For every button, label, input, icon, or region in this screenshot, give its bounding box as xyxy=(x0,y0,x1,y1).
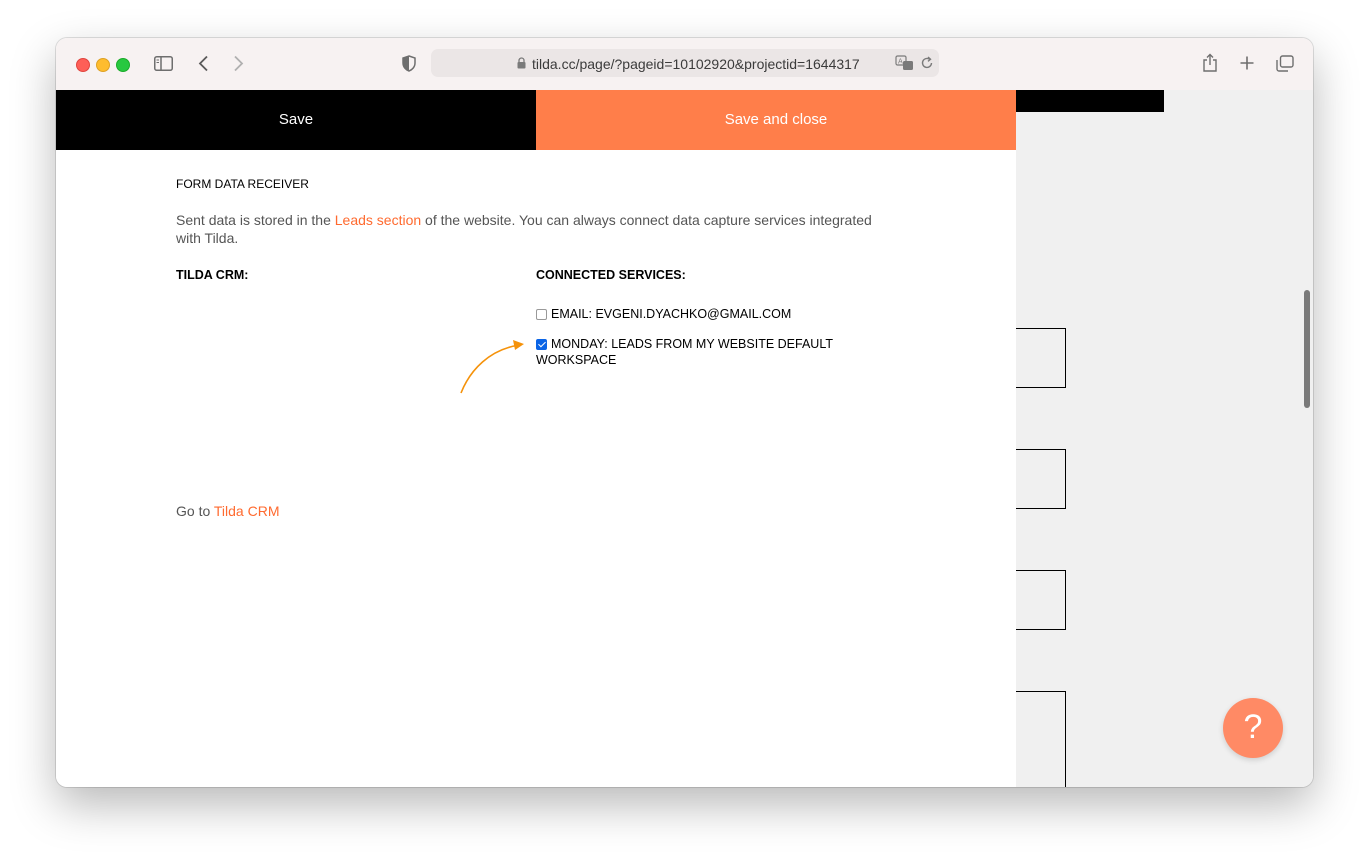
settings-panel: Save Save and close FORM DATA RECEIVER S… xyxy=(56,90,1016,787)
scrollbar-thumb[interactable] xyxy=(1304,290,1310,408)
address-bar[interactable]: tilda.cc/page/?pageid=10102920&projectid… xyxy=(431,49,939,77)
save-and-close-button[interactable]: Save and close xyxy=(536,90,1016,150)
annotation-arrow xyxy=(460,340,524,394)
shield-icon[interactable] xyxy=(402,55,416,72)
background-input-field xyxy=(1014,570,1066,630)
help-button[interactable]: ? xyxy=(1223,698,1283,758)
zoom-window-button[interactable] xyxy=(116,58,130,72)
minimize-window-button[interactable] xyxy=(96,58,110,72)
background-textarea-field xyxy=(1014,691,1066,787)
help-icon: ? xyxy=(1243,708,1263,746)
new-tab-icon[interactable] xyxy=(1240,56,1254,70)
connected-services-title: CONNECTED SERVICES: xyxy=(536,268,686,282)
url-text: tilda.cc/page/?pageid=10102920&projectid… xyxy=(532,56,860,72)
service-monday: MONDAY: LEADS FROM MY WEBSITE DEFAULT WO… xyxy=(536,336,856,368)
forward-icon[interactable] xyxy=(233,55,244,72)
svg-text:A: A xyxy=(898,58,903,66)
tilda-crm-title: TILDA CRM: xyxy=(176,268,249,282)
translate-icon[interactable]: A xyxy=(895,55,915,71)
section-title: FORM DATA RECEIVER xyxy=(176,177,309,191)
sidebar-icon[interactable] xyxy=(154,56,173,71)
service-email: EMAIL: EVGENI.DYACHKO@GMAIL.COM xyxy=(536,306,791,322)
browser-window: tilda.cc/page/?pageid=10102920&projectid… xyxy=(56,38,1313,787)
tilda-crm-link[interactable]: Tilda CRM xyxy=(214,503,280,519)
lock-icon xyxy=(517,57,526,69)
back-icon[interactable] xyxy=(198,55,209,72)
go-to-crm: Go to Tilda CRM xyxy=(176,503,280,519)
background-black-bar xyxy=(1016,90,1164,112)
service-label: EMAIL: EVGENI.DYACHKO@GMAIL.COM xyxy=(551,307,792,321)
page-content: Save Save and close FORM DATA RECEIVER S… xyxy=(56,90,1313,787)
go-to-text: Go to xyxy=(176,503,214,519)
reload-icon[interactable] xyxy=(920,56,934,70)
tabs-overview-icon[interactable] xyxy=(1276,55,1294,72)
email-service-checkbox[interactable] xyxy=(536,309,547,320)
leads-section-link[interactable]: Leads section xyxy=(335,212,421,228)
close-window-button[interactable] xyxy=(76,58,90,72)
monday-service-checkbox[interactable] xyxy=(536,339,547,350)
background-input-field xyxy=(1014,328,1066,388)
save-button[interactable]: Save xyxy=(56,90,536,150)
background-input-field xyxy=(1014,449,1066,509)
service-label: MONDAY: LEADS FROM MY WEBSITE DEFAULT WO… xyxy=(536,337,833,367)
description-text: Sent data is stored in the xyxy=(176,212,335,228)
section-description: Sent data is stored in the Leads section… xyxy=(176,211,896,247)
share-icon[interactable] xyxy=(1202,53,1218,73)
browser-toolbar: tilda.cc/page/?pageid=10102920&projectid… xyxy=(56,38,1313,91)
